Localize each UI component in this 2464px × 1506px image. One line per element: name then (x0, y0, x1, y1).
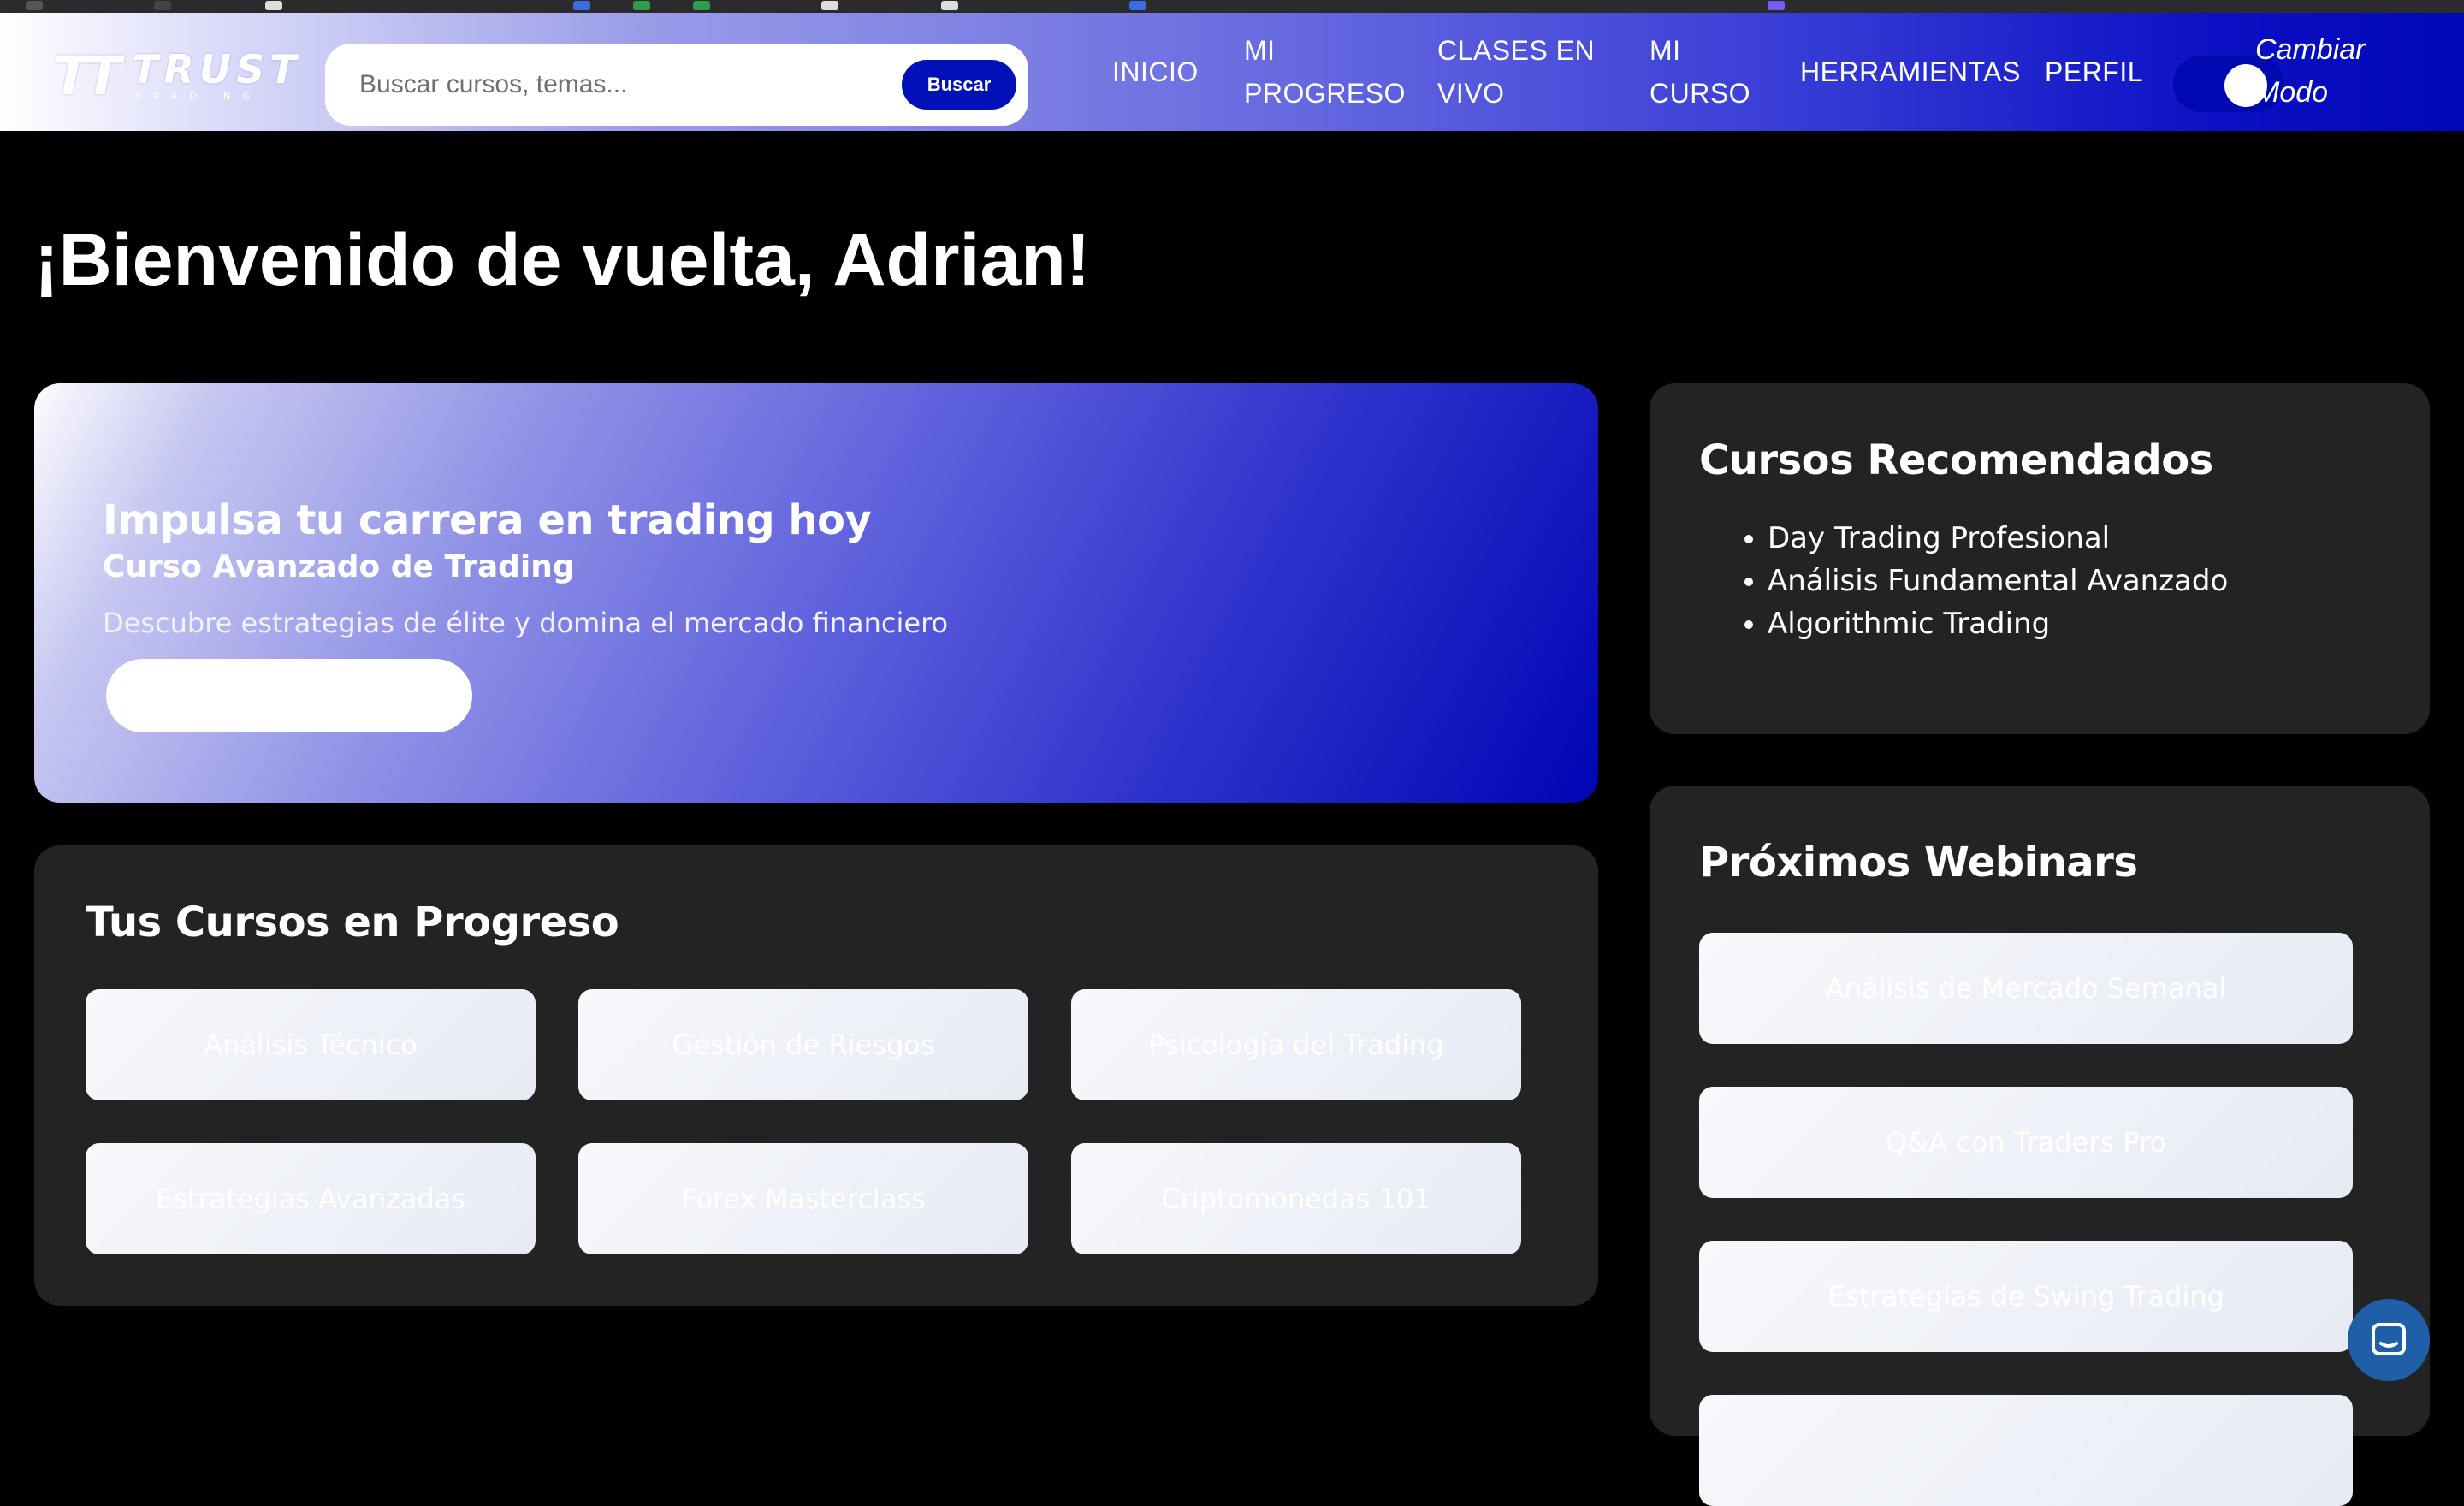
search-button[interactable]: Buscar (902, 60, 1016, 110)
recommended-list: Day Trading Profesional Análisis Fundame… (1699, 517, 2380, 645)
webinar-card[interactable]: Q&A con Traders Pro (1699, 1087, 2353, 1198)
upcoming-webinars-panel: Próximos Webinars Análisis de Mercado Se… (1650, 786, 2430, 1506)
webinar-card[interactable]: Estrategias de Swing Trading (1699, 1241, 2353, 1352)
course-card[interactable]: Análisis Técnico (86, 989, 536, 1100)
brand-logo[interactable]: TT TRUST TRADING (53, 44, 297, 107)
webinars-panel-title: Próximos Webinars (1699, 839, 2138, 886)
tab-favicon[interactable] (154, 1, 171, 10)
nav-herramientas[interactable]: HERRAMIENTAS (1800, 13, 2021, 131)
logo-mark: TT (53, 44, 121, 107)
chat-icon (2372, 1323, 2406, 1355)
nav-mi-curso[interactable]: MI CURSO (1650, 13, 1750, 131)
hero-cta-button[interactable] (106, 659, 472, 732)
progress-panel-title: Tus Cursos en Progreso (86, 898, 619, 946)
course-card[interactable]: Forex Masterclass (578, 1143, 1028, 1254)
webinar-list: Análisis de Mercado Semanal Q&A con Trad… (1699, 933, 2353, 1506)
courses-in-progress-panel: Tus Cursos en Progreso Análisis Técnico … (34, 845, 1598, 1306)
tab-favicon[interactable] (693, 1, 710, 10)
search-input[interactable] (359, 70, 902, 99)
course-grid: Análisis Técnico Gestión de Riesgos Psic… (86, 989, 1521, 1254)
logo-wordmark: TRUST (132, 45, 302, 92)
tab-favicon[interactable] (26, 1, 43, 10)
chat-launcher-button[interactable] (2348, 1299, 2430, 1381)
hero-subtitle: Curso Avanzado de Trading (103, 549, 575, 584)
hero-title: Impulsa tu carrera en trading hoy (103, 496, 872, 544)
course-card[interactable]: Gestión de Riesgos (578, 989, 1028, 1100)
recommended-panel-title: Cursos Recomendados (1699, 436, 2213, 484)
browser-tab-strip (0, 0, 2464, 13)
tab-favicon[interactable] (265, 1, 282, 10)
tab-favicon[interactable] (1768, 1, 1785, 10)
tab-favicon[interactable] (941, 1, 958, 10)
list-item[interactable]: Análisis Fundamental Avanzado (1768, 560, 2380, 602)
nav-clases-en-vivo[interactable]: CLASES EN VIVO (1437, 13, 1595, 131)
logo-tagline: TRADING (135, 90, 262, 102)
hero-description: Descubre estrategias de élite y domina e… (103, 607, 949, 639)
theme-toggle-label: Cambiar Modo (2255, 33, 2366, 109)
nav-perfil[interactable]: PERFIL (2045, 13, 2143, 131)
webinar-card[interactable]: Análisis de Mercado Semanal (1699, 933, 2353, 1044)
search-bar: Buscar (325, 44, 1028, 126)
list-item[interactable]: Day Trading Profesional (1768, 517, 2380, 560)
hero-banner: Impulsa tu carrera en trading hoy Curso … (34, 383, 1598, 803)
list-item[interactable]: Algorithmic Trading (1768, 602, 2380, 645)
tab-favicon[interactable] (633, 1, 650, 10)
tab-favicon[interactable] (821, 1, 838, 10)
course-card[interactable]: Psicología del Trading (1071, 989, 1521, 1100)
course-card[interactable]: Estrategias Avanzadas (86, 1143, 536, 1254)
tab-favicon[interactable] (573, 1, 590, 10)
course-card[interactable]: Criptomonedas 101 (1071, 1143, 1521, 1254)
recommended-courses-panel: Cursos Recomendados Day Trading Profesio… (1650, 383, 2430, 734)
nav-mi-progreso[interactable]: MI PROGRESO (1244, 13, 1406, 131)
page-title: ¡Bienvenido de vuelta, Adrian! (34, 219, 1091, 301)
top-navbar: TT TRUST TRADING Buscar INICIO MI PROGRE… (0, 13, 2464, 131)
tab-favicon[interactable] (1129, 1, 1146, 10)
nav-inicio[interactable]: INICIO (1112, 13, 1199, 131)
